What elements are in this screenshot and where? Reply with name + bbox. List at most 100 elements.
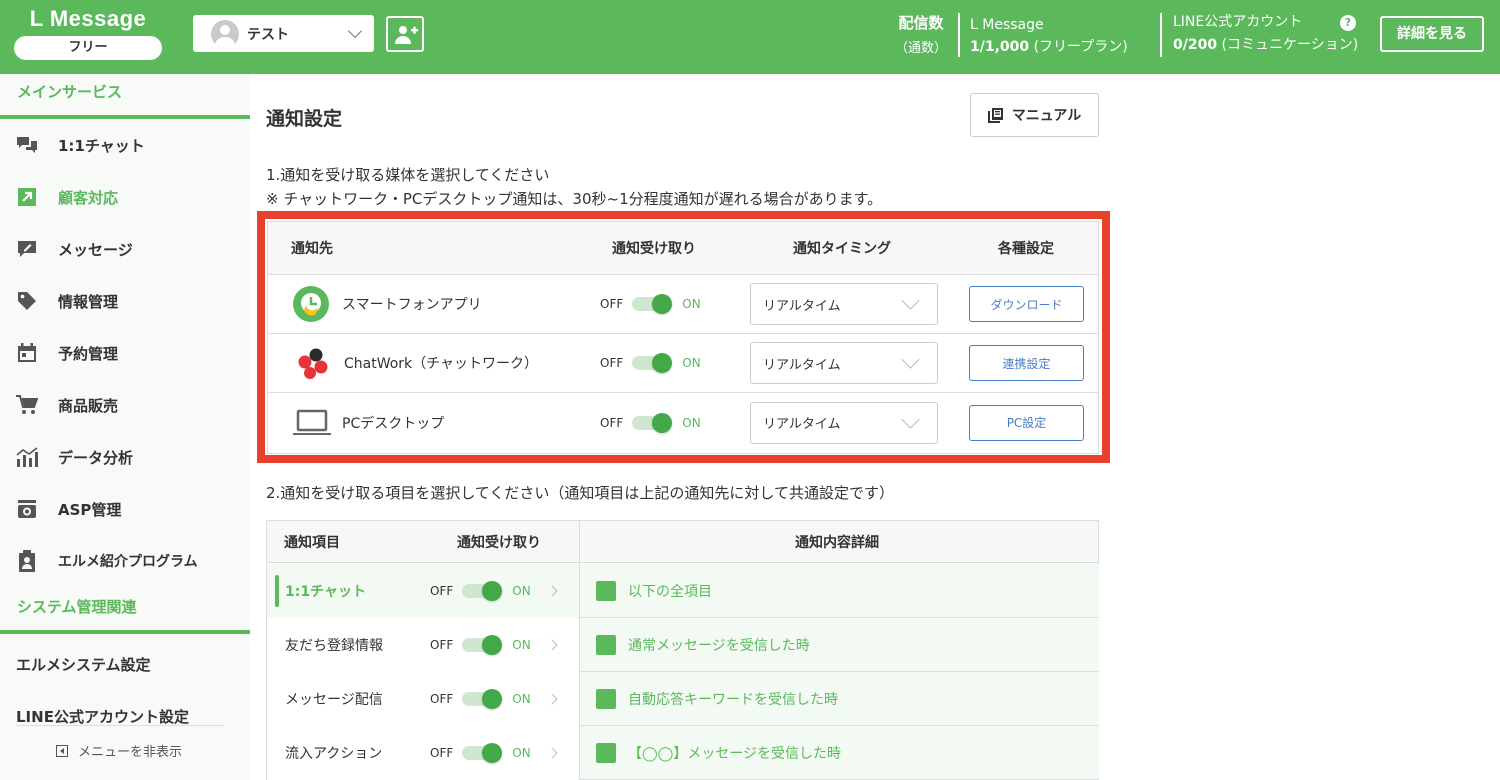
chevron-down-icon — [901, 350, 920, 369]
detail-checkbox-row[interactable]: 通常メッセージを受信した時 — [580, 618, 1099, 672]
chevron-down-icon — [901, 409, 920, 429]
receive-toggle[interactable]: OFF ON — [600, 393, 701, 452]
notification-items-table: 通知項目 通知受け取り 通知内容詳細 1:1チャット OFF ON 以下の全項目 … — [266, 520, 1099, 780]
detail-checkbox-row[interactable]: 【◯◯】メッセージを受信した時 — [580, 726, 1099, 780]
sidebar-item-line-settings[interactable]: LINE公式アカウント設定 — [16, 706, 189, 727]
sidebar-item-customer[interactable]: 顧客対応 — [0, 171, 250, 223]
chevron-right-icon — [546, 585, 558, 597]
destination-name: ChatWork（チャットワーク） — [296, 334, 538, 392]
timing-select[interactable]: リアルタイム — [750, 334, 938, 392]
avatar-icon — [211, 19, 239, 48]
sidebar-item-system-settings[interactable]: エルメシステム設定 — [16, 654, 151, 675]
sidebar-item-sales[interactable]: 商品販売 — [0, 379, 250, 431]
col-item: 通知項目 — [284, 534, 340, 551]
table-header: 通知項目 通知受け取り 通知内容詳細 — [267, 521, 1098, 563]
divider — [958, 13, 960, 57]
account-select[interactable]: テスト — [193, 15, 374, 52]
divider — [16, 725, 224, 726]
detail-checkbox-row[interactable]: 自動応答キーワードを受信した時 — [580, 672, 1099, 726]
plan-badge: フリー — [14, 36, 162, 60]
sidebar-item-chat[interactable]: 1:1チャット — [0, 119, 250, 171]
chevron-right-icon — [546, 693, 558, 705]
brand-name: L Message — [29, 6, 147, 31]
destination-table: 通知先 通知受け取り 通知タイミング 各種設定 スマートフォンアプリ OFF ON… — [267, 221, 1099, 454]
timing-select[interactable]: リアルタイム — [750, 393, 938, 452]
app-header: L Message フリー テスト 配信数 （通数） L Message 1/1… — [0, 0, 1500, 74]
sidebar-item-info[interactable]: 情報管理 — [0, 275, 250, 327]
sidebar-item-analytics[interactable]: データ分析 — [0, 431, 250, 483]
receive-toggle[interactable]: OFF ON — [430, 564, 531, 618]
receive-toggle[interactable]: OFF ON — [600, 334, 701, 392]
item-cell[interactable]: メッセージ配信 OFF ON — [267, 672, 579, 726]
section-main-services: メインサービス — [0, 74, 250, 119]
page-title: 通知設定 — [266, 108, 343, 130]
message-edit-icon — [16, 238, 38, 260]
item-label: 友だち登録情報 — [285, 638, 383, 654]
collapse-icon — [56, 744, 68, 757]
divider — [1160, 13, 1162, 57]
item-label: 流入アクション — [285, 746, 383, 762]
item-cell-selected[interactable]: 1:1チャット OFF ON — [267, 564, 579, 618]
detail-checkbox-row[interactable]: 以下の全項目 — [580, 564, 1099, 618]
checkbox-icon — [596, 634, 616, 655]
manual-button[interactable]: マニュアル — [970, 93, 1099, 137]
asp-icon — [16, 498, 38, 520]
table-row: メッセージ配信 OFF ON 自動応答キーワードを受信した時 — [267, 672, 1100, 726]
receive-toggle[interactable]: OFF ON — [600, 275, 701, 333]
download-button[interactable]: ダウンロード — [969, 275, 1084, 333]
hide-menu-button[interactable]: メニューを非表示 — [56, 741, 182, 760]
table-header: 通知先 通知受け取り 通知タイミング 各種設定 — [268, 222, 1098, 275]
chat-icon — [16, 134, 38, 156]
col-timing: 通知タイミング — [793, 241, 891, 257]
add-user-button[interactable] — [386, 16, 424, 52]
timing-select[interactable]: リアルタイム — [750, 275, 938, 333]
cart-icon — [16, 394, 38, 416]
help-icon[interactable]: ? — [1340, 15, 1356, 31]
table-row: PCデスクトップ OFF ON リアルタイム PC設定 — [268, 393, 1098, 452]
chevron-right-icon — [546, 639, 558, 651]
item-cell[interactable]: 流入アクション OFF ON — [267, 726, 579, 780]
table-row: ChatWork（チャットワーク） OFF ON リアルタイム 連携設定 — [268, 334, 1098, 393]
item-cell[interactable]: 友だち登録情報 OFF ON — [267, 618, 579, 672]
sidebar: メインサービス 1:1チャット 顧客対応 メッセージ 情報管理 予約管理 商品販 — [0, 74, 250, 780]
pc-settings-button[interactable]: PC設定 — [969, 393, 1084, 452]
laptop-icon — [292, 409, 332, 437]
col-settings: 各種設定 — [998, 241, 1054, 257]
clipboard-user-icon — [16, 550, 38, 572]
chevron-down-icon — [347, 23, 363, 39]
tag-icon — [16, 290, 38, 312]
destination-name: スマートフォンアプリ — [292, 275, 482, 333]
table-row: 流入アクション OFF ON 【◯◯】メッセージを受信した時 — [267, 726, 1100, 780]
table-row: 友だち登録情報 OFF ON 通常メッセージを受信した時 — [267, 618, 1100, 672]
sidebar-item-reservation[interactable]: 予約管理 — [0, 327, 250, 379]
integration-settings-button[interactable]: 連携設定 — [969, 334, 1084, 392]
main-content: 通知設定 マニュアル 1.通知を受け取る媒体を選択してください ※ チャットワー… — [250, 74, 1500, 780]
col-receive: 通知受け取り — [612, 241, 696, 257]
receive-toggle[interactable]: OFF ON — [430, 726, 531, 780]
item-label: メッセージ配信 — [285, 692, 383, 708]
receive-toggle[interactable]: OFF ON — [430, 672, 531, 726]
smartphone-app-icon — [292, 285, 330, 323]
table-row: 1:1チャット OFF ON 以下の全項目 — [267, 564, 1100, 618]
checkbox-icon — [596, 742, 616, 763]
sidebar-item-message[interactable]: メッセージ — [0, 223, 250, 275]
arrow-up-right-icon — [16, 186, 38, 208]
chevron-right-icon — [546, 747, 558, 759]
delivery-count-label: 配信数 （通数） — [895, 14, 948, 56]
checkbox-icon — [596, 688, 616, 709]
chart-icon — [16, 446, 38, 468]
step1-note: ※ チャットワーク・PCデスクトップ通知は、30秒~1分程度通知が遅れる場合があ… — [266, 190, 883, 208]
sidebar-item-asp[interactable]: ASP管理 — [0, 483, 250, 535]
lmessage-usage: L Message 1/1,000 (フリープラン) — [970, 17, 1128, 55]
sidebar-item-referral[interactable]: エルメ紹介プログラム — [0, 535, 250, 587]
calendar-icon — [16, 342, 38, 364]
section-system: システム管理関連 — [0, 589, 250, 634]
col-destination: 通知先 — [291, 241, 333, 257]
step1-heading: 1.通知を受け取る媒体を選択してください — [266, 166, 550, 184]
chevron-down-icon — [901, 291, 920, 310]
details-button[interactable]: 詳細を見る — [1380, 16, 1484, 52]
account-name: テスト — [247, 26, 289, 43]
receive-toggle[interactable]: OFF ON — [430, 618, 531, 672]
brand: L Message フリー — [14, 6, 162, 60]
book-icon — [987, 108, 1003, 123]
